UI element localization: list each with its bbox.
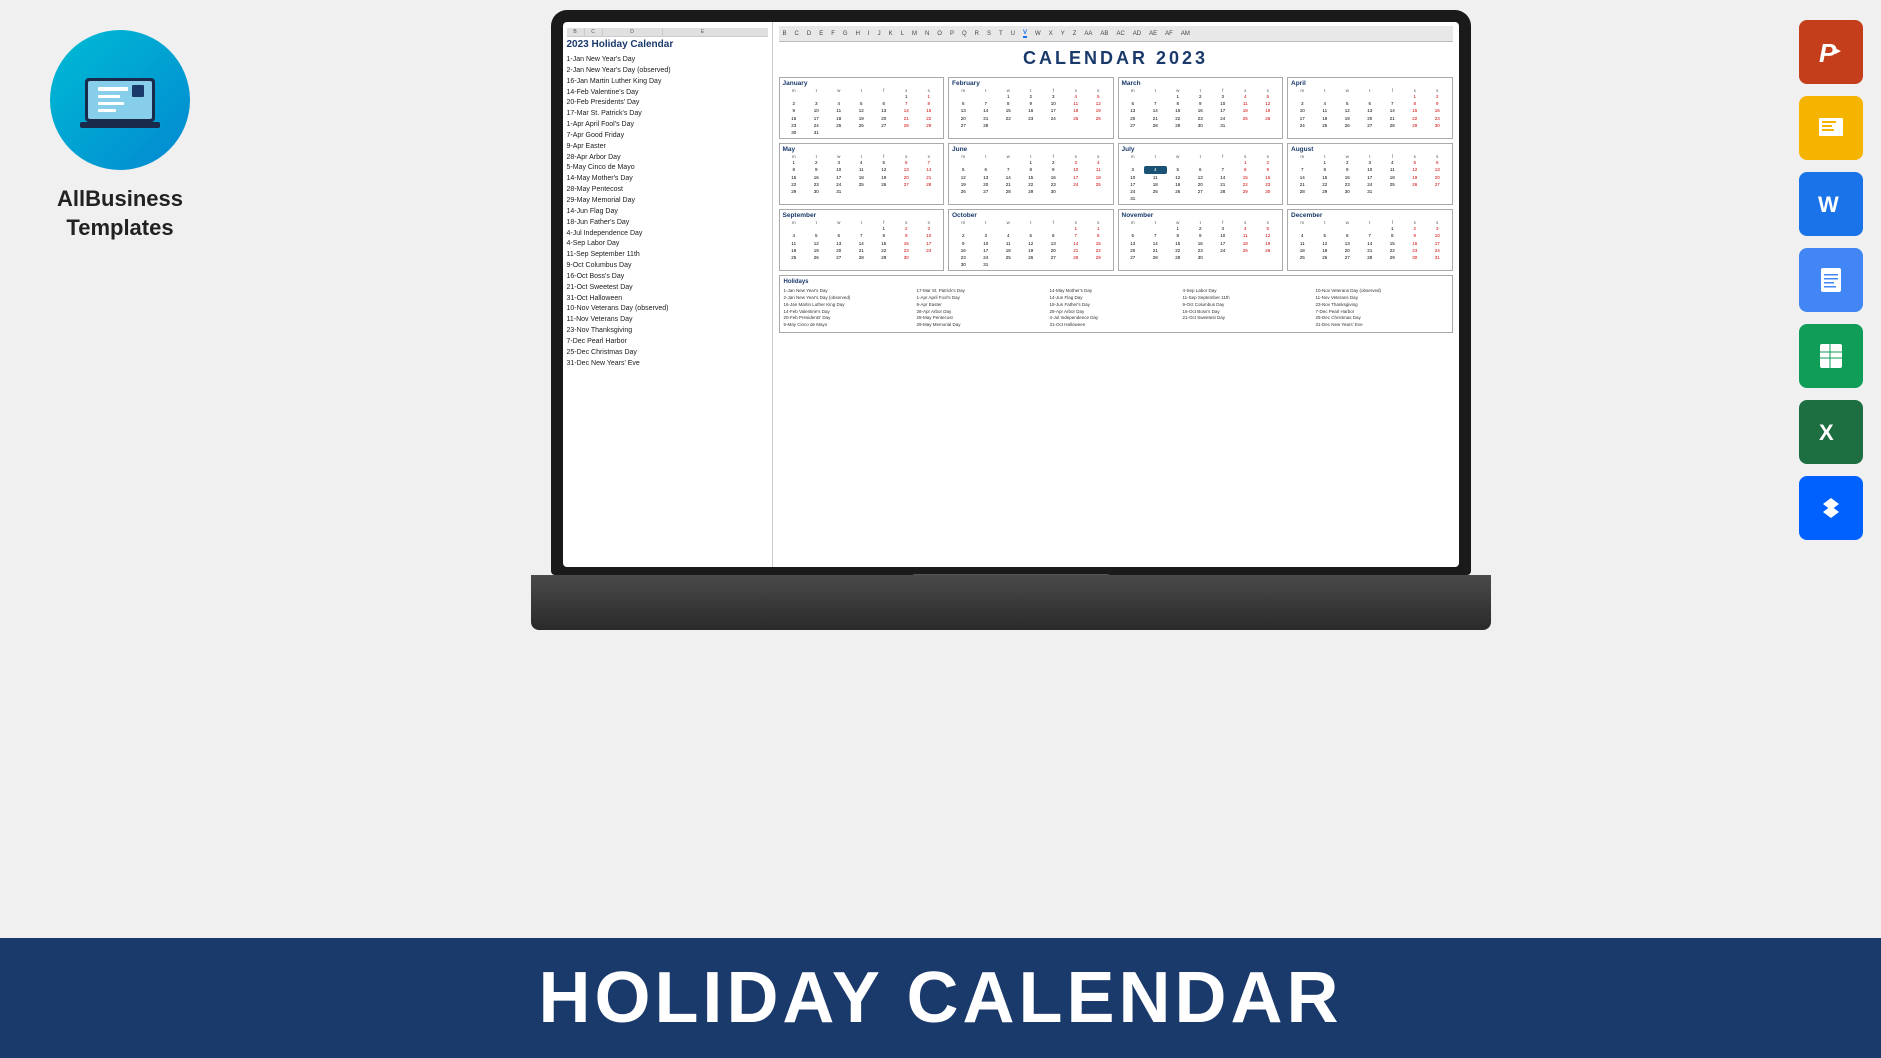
month-december: December mtwtfss 123 45678910 1112131415… — [1287, 209, 1453, 271]
month-march: March mtwtfss 12345 6789101112 131415161… — [1118, 77, 1284, 139]
month-april: April mtwtfss 12 3456789 10111213141516 … — [1287, 77, 1453, 139]
month-november: November mtwtfss 12345 6789101112 131415… — [1118, 209, 1284, 271]
holidays-col-5: 10-Nov Veterans Day (observed) 11-Nov Ve… — [1316, 288, 1448, 329]
laptop-wrapper: B C D E 2023 Holiday Calendar 1-Jan New … — [531, 10, 1491, 630]
excel-toolbar: BCDEFGHIJKLMNOPQRSTUVWXYZAAABACADAEAFAM — [779, 26, 1453, 42]
google-sheets-icon[interactable] — [1799, 324, 1863, 388]
laptop-screen-outer: B C D E 2023 Holiday Calendar 1-Jan New … — [551, 10, 1471, 575]
list-item: 2-Jan New Year's Day (observed) — [567, 66, 768, 77]
list-item: 17-Mar St. Patrick's Day — [567, 109, 768, 120]
holidays-col-3: 14-May Mother's Day 14-Jun Flag Day 18-J… — [1050, 288, 1182, 329]
laptop-logo-icon — [80, 60, 160, 140]
left-panel: AllBusiness Templates — [0, 0, 240, 938]
calendar-title: CALENDAR 2023 — [779, 48, 1453, 69]
list-item: 20-Feb Presidents' Day — [567, 98, 768, 109]
list-item: 21-Oct Sweetest Day — [567, 283, 768, 294]
list-item: 16-Jan Martin Luther King Day — [567, 77, 768, 88]
list-item: 23-Nov Thanksgiving — [567, 326, 768, 337]
list-item: 16-Oct Boss's Day — [567, 272, 768, 283]
list-item: 28-May Pentecost — [567, 185, 768, 196]
holidays-section: Holidays 1-Jan New Year's Day 2-Jan New … — [779, 275, 1453, 333]
holiday-list-panel: B C D E 2023 Holiday Calendar 1-Jan New … — [563, 22, 773, 567]
list-item: 14-Feb Valentine's Day — [567, 88, 768, 99]
list-item: 14-May Mother's Day — [567, 174, 768, 185]
calendar-panel: BCDEFGHIJKLMNOPQRSTUVWXYZAAABACADAEAFAM … — [773, 22, 1459, 567]
right-panel: P ► W — [1781, 0, 1881, 938]
list-item: 5-May Cinco de Mayo — [567, 163, 768, 174]
month-may: May mtwtfss 1234567 891011121314 1516171… — [779, 143, 945, 205]
laptop-base — [531, 575, 1491, 630]
center-panel: B C D E 2023 Holiday Calendar 1-Jan New … — [240, 0, 1781, 938]
google-slides-icon[interactable] — [1799, 96, 1863, 160]
main-area: AllBusiness Templates B C — [0, 0, 1881, 938]
list-item: 18-Jun Father's Day — [567, 218, 768, 229]
month-june: June mtwtfss 1234 567891011 121314151617… — [948, 143, 1114, 205]
month-january: January mtwtfss 11 2345678 9101112131415… — [779, 77, 945, 139]
holidays-col-4: 4-Sep Labor Day 11-Sep September 11th 9-… — [1183, 288, 1315, 329]
month-october: October mtwtfss 11 2345678 9101112131415… — [948, 209, 1114, 271]
list-item: 11-Sep September 11th — [567, 250, 768, 261]
list-item: 10-Nov Veterans Day (observed) — [567, 304, 768, 315]
list-item: 4-Sep Labor Day — [567, 239, 768, 250]
list-item: 1-Jan New Year's Day — [567, 55, 768, 66]
holidays-section-title: Holidays — [784, 279, 1448, 285]
list-item: 29-May Memorial Day — [567, 196, 768, 207]
list-item: 14-Jun Flag Day — [567, 207, 768, 218]
list-item: 9-Oct Columbus Day — [567, 261, 768, 272]
list-item: 7-Dec Pearl Harbor — [567, 337, 768, 348]
holidays-col-1: 1-Jan New Year's Day 2-Jan New Year's Da… — [784, 288, 916, 329]
list-item: 4-Jul Independence Day — [567, 229, 768, 240]
google-docs-icon[interactable] — [1799, 248, 1863, 312]
banner-text: HOLIDAY CALENDAR — [538, 957, 1342, 1039]
bottom-banner: HOLIDAY CALENDAR — [0, 938, 1881, 1058]
list-item: 28-Apr Arbor Day — [567, 153, 768, 164]
list-item: 7-Apr Good Friday — [567, 131, 768, 142]
powerpoint-icon[interactable]: P ► — [1799, 20, 1863, 84]
word-icon[interactable]: W — [1799, 172, 1863, 236]
svg-text:W: W — [1818, 192, 1839, 217]
list-item: 1-Apr April Fool's Day — [567, 120, 768, 131]
svg-text:►: ► — [1833, 46, 1843, 57]
holidays-col-2: 17-Mar St. Patrick's Day 1-Apr April Foo… — [917, 288, 1049, 329]
list-item: 31-Oct Halloween — [567, 294, 768, 305]
holidays-grid: 1-Jan New Year's Day 2-Jan New Year's Da… — [784, 288, 1448, 329]
month-august: August mtwtfss 123456 78910111213 141516… — [1287, 143, 1453, 205]
list-item: 31-Dec New Years' Eve — [567, 359, 768, 370]
list-panel-title: 2023 Holiday Calendar — [567, 39, 768, 50]
svg-text:X: X — [1819, 420, 1834, 445]
brand-name: AllBusiness Templates — [57, 185, 183, 242]
month-july: July mtwtfss 12 3456789 10111213141516 1… — [1118, 143, 1284, 205]
dropbox-icon[interactable] — [1799, 476, 1863, 540]
laptop-screen-inner: B C D E 2023 Holiday Calendar 1-Jan New … — [563, 22, 1459, 567]
month-february: February mtwtfss 12345 6789101112 131415… — [948, 77, 1114, 139]
months-grid: January mtwtfss 11 2345678 9101112131415… — [779, 77, 1453, 271]
list-item: 25-Dec Christmas Day — [567, 348, 768, 359]
spreadsheet: B C D E 2023 Holiday Calendar 1-Jan New … — [563, 22, 1459, 567]
excel-icon[interactable]: X — [1799, 400, 1863, 464]
list-item: 9-Apr Easter — [567, 142, 768, 153]
month-september: September mtwtfss 123 45678910 111213141… — [779, 209, 945, 271]
list-item: 11-Nov Veterans Day — [567, 315, 768, 326]
logo-circle — [50, 30, 190, 170]
